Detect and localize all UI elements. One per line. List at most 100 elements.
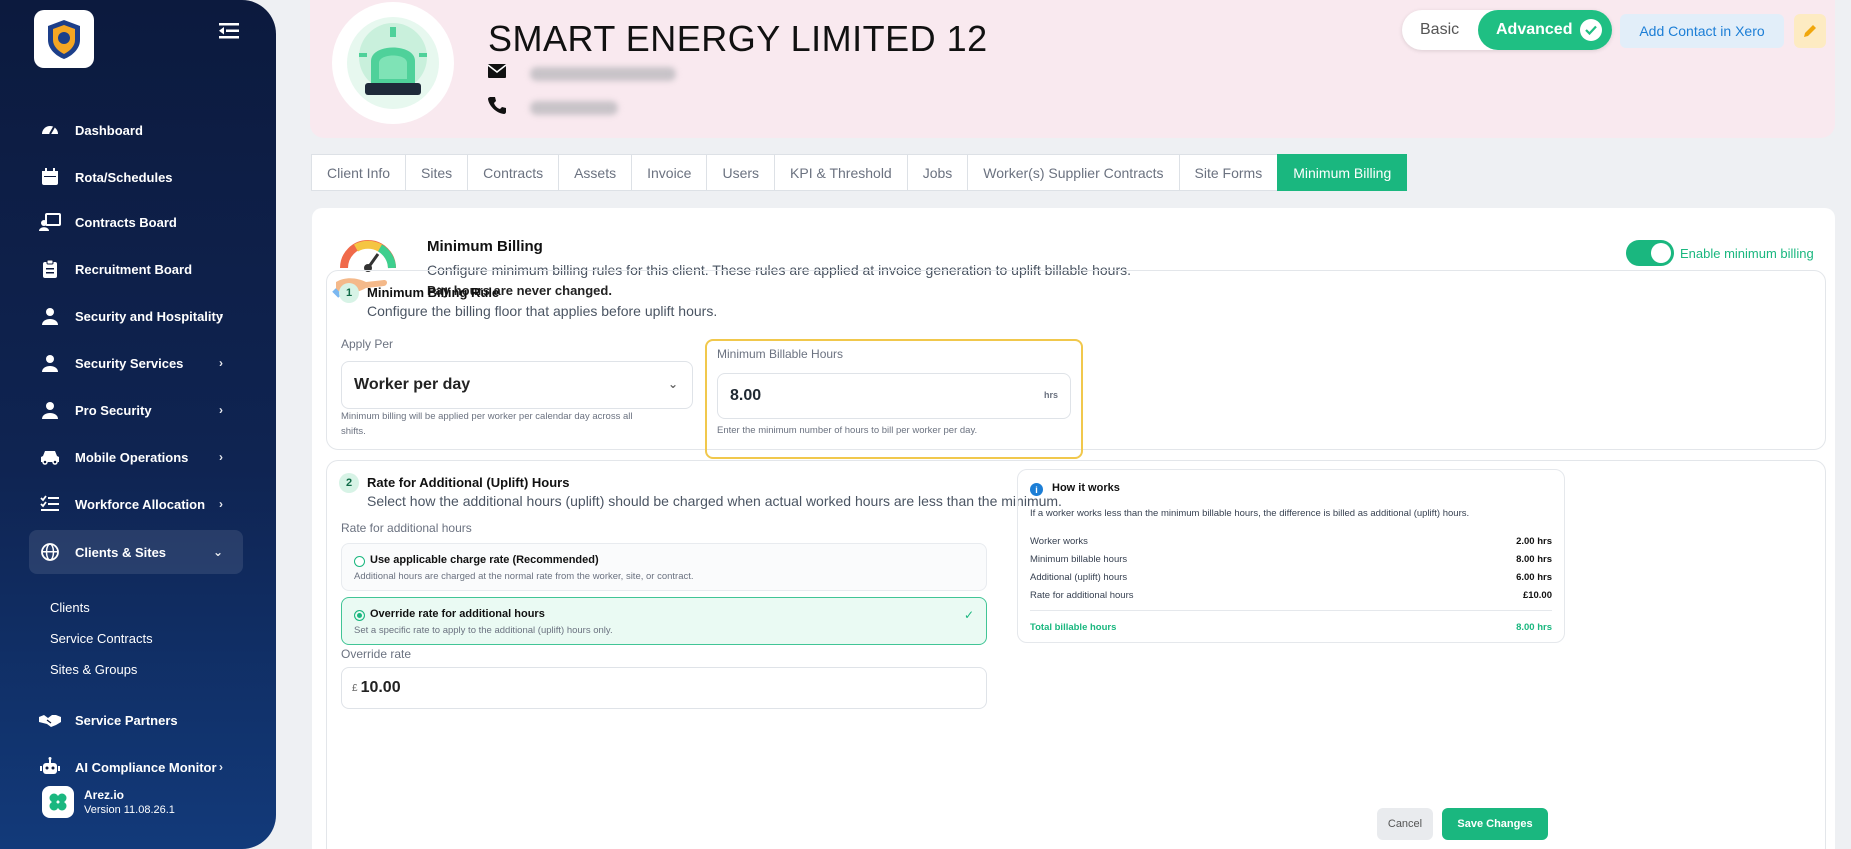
how-row-value: £10.00	[1522, 590, 1552, 601]
sidebar-subitem-clients[interactable]: Clients	[50, 600, 90, 615]
how-row-value: 8.00 hrs	[1516, 554, 1552, 565]
siren-icon	[347, 17, 439, 109]
how-row-value: 6.00 hrs	[1516, 572, 1552, 583]
tab-contracts[interactable]: Contracts	[467, 154, 560, 191]
tab-invoice[interactable]: Invoice	[631, 154, 708, 191]
app-version: Version 11.08.26.1	[84, 804, 175, 816]
mode-advanced-button[interactable]: Advanced	[1478, 10, 1612, 50]
sidebar-item-label: Recruitment Board	[75, 261, 193, 277]
sidebar-item-label: Workforce Allocation	[75, 496, 206, 512]
sidebar-subitem-sites-groups[interactable]: Sites & Groups	[50, 662, 137, 677]
cancel-button[interactable]: Cancel	[1377, 808, 1433, 840]
brand-footer: Arez.io Version 11.08.26.1	[42, 786, 175, 818]
sidebar-item-security-services[interactable]: Security Services ›	[29, 343, 243, 383]
tab-client-info[interactable]: Client Info	[311, 154, 407, 191]
email-redacted	[530, 66, 676, 81]
tab-jobs[interactable]: Jobs	[906, 154, 969, 191]
email-row	[487, 64, 676, 83]
enable-minimum-billing-toggle[interactable]	[1626, 240, 1674, 266]
tab-worker-supplier-contracts[interactable]: Worker(s) Supplier Contracts	[967, 154, 1180, 191]
sidebar: Dashboard Rota/Schedules Contracts Board…	[0, 0, 276, 849]
sidebar-item-service-partners[interactable]: Service Partners	[29, 700, 243, 740]
tab-users[interactable]: Users	[706, 154, 776, 191]
apply-per-help: Minimum billing will be applied per work…	[341, 411, 633, 437]
minimum-billing-rule-section: 1 Minimum Billing Rule Configure the bil…	[326, 270, 1826, 459]
section-title: Minimum Billing Rule	[367, 285, 500, 300]
enable-minimum-billing[interactable]: Enable minimum billing	[1626, 240, 1814, 266]
minimum-billable-hours-group: Minimum Billable Hours 8.00 hrs Enter th…	[705, 339, 1083, 459]
tab-kpi-threshold[interactable]: KPI & Threshold	[774, 154, 908, 191]
sidebar-item-workforce-allocation[interactable]: Workforce Allocation ›	[29, 484, 243, 524]
how-total-label: Total billable hours	[1030, 622, 1117, 633]
sidebar-item-ai-compliance[interactable]: AI Compliance Monitor ›	[29, 747, 243, 787]
rate-for-additional-hours-label: Rate for additional hours	[341, 521, 472, 535]
sidebar-item-label: Clients & Sites	[75, 544, 167, 560]
how-row-worker-works: Worker works 2.00 hrs	[1030, 536, 1552, 547]
save-changes-button[interactable]: Save Changes	[1442, 808, 1548, 840]
collapse-menu-icon[interactable]	[216, 18, 242, 44]
info-icon: i	[1030, 483, 1043, 496]
sidebar-item-dashboard[interactable]: Dashboard	[29, 110, 243, 150]
override-rate-value: 10.00	[360, 679, 401, 696]
sentinel-logo[interactable]	[34, 10, 94, 68]
hours-value: 8.00	[730, 387, 762, 404]
contracts-icon	[39, 211, 61, 233]
section-title: Rate for Additional (Uplift) Hours	[367, 475, 570, 490]
option-title: Use applicable charge rate (Recommended)	[370, 554, 599, 566]
handshake-icon	[39, 709, 61, 731]
apply-per-select[interactable]: Worker per day ⌄	[341, 361, 693, 409]
option-override-rate[interactable]: Override rate for additional hours Set a…	[341, 597, 987, 645]
minimum-billing-panel: Minimum Billing Configure minimum billin…	[312, 208, 1835, 849]
chevron-right-icon: ›	[219, 309, 223, 323]
check-icon	[1580, 19, 1602, 41]
sidebar-item-contracts-board[interactable]: Contracts Board	[29, 202, 243, 242]
tab-assets[interactable]: Assets	[558, 154, 633, 191]
mode-basic-button[interactable]: Basic	[1420, 21, 1459, 39]
sidebar-item-label: Security Services	[75, 355, 184, 371]
how-it-works-description: If a worker works less than the minimum …	[1030, 508, 1470, 519]
how-it-works-panel: i How it works If a worker works less th…	[1017, 469, 1565, 643]
user-icon	[39, 352, 61, 374]
tab-sites[interactable]: Sites	[405, 154, 469, 191]
robot-icon	[39, 756, 61, 778]
sidebar-item-label: Dashboard	[75, 122, 143, 138]
apply-per-value: Worker per day	[354, 376, 471, 393]
tab-site-forms[interactable]: Site Forms	[1178, 154, 1279, 191]
email-icon	[487, 64, 507, 83]
company-name: SMART ENERGY LIMITED 12	[488, 18, 988, 59]
sidebar-item-security-hospitality[interactable]: Security and Hospitality ›	[29, 296, 243, 336]
user-icon	[39, 399, 61, 421]
client-header: SMART ENERGY LIMITED 12 Basic Advanced A…	[310, 0, 1835, 138]
list-icon	[39, 493, 61, 515]
tab-minimum-billing[interactable]: Minimum Billing	[1277, 154, 1408, 191]
how-row-rate: Rate for additional hours £10.00	[1030, 590, 1552, 601]
mode-advanced-label: Advanced	[1496, 21, 1573, 38]
how-total-value: 8.00 hrs	[1516, 622, 1552, 633]
how-row-minimum-billable: Minimum billable hours 8.00 hrs	[1030, 554, 1552, 565]
chevron-right-icon: ›	[219, 450, 223, 464]
user-icon	[39, 305, 61, 327]
phone-redacted	[530, 100, 618, 115]
add-contact-xero-button[interactable]: Add Contact in Xero	[1620, 14, 1784, 48]
pencil-icon	[1804, 25, 1816, 37]
how-row-label: Rate for additional hours	[1030, 590, 1134, 601]
option-applicable-charge-rate[interactable]: Use applicable charge rate (Recommended)…	[341, 543, 987, 591]
sidebar-item-recruitment-board[interactable]: Recruitment Board	[29, 249, 243, 289]
edit-button[interactable]	[1794, 14, 1826, 48]
section-subtitle: Configure the billing floor that applies…	[367, 303, 718, 319]
minimum-billing-title: Minimum Billing	[427, 238, 543, 255]
sidebar-item-rota[interactable]: Rota/Schedules	[29, 157, 243, 197]
sidebar-item-clients-sites[interactable]: Clients & Sites ⌄	[29, 530, 243, 574]
sidebar-item-mobile-operations[interactable]: Mobile Operations ›	[29, 437, 243, 477]
brand-name: Arez.io	[84, 788, 125, 802]
sidebar-item-pro-security[interactable]: Pro Security ›	[29, 390, 243, 430]
how-row-label: Worker works	[1030, 536, 1088, 547]
how-it-works-title: How it works	[1052, 482, 1120, 494]
override-rate-input[interactable]: £ 10.00	[341, 667, 987, 709]
radio-selected[interactable]	[354, 610, 365, 621]
client-tabs: Client Info Sites Contracts Assets Invoi…	[311, 154, 1408, 191]
client-avatar	[332, 2, 454, 124]
radio-unselected[interactable]	[354, 556, 365, 567]
minimum-billable-hours-input[interactable]: 8.00 hrs	[717, 373, 1071, 419]
sidebar-subitem-service-contracts[interactable]: Service Contracts	[50, 631, 153, 646]
